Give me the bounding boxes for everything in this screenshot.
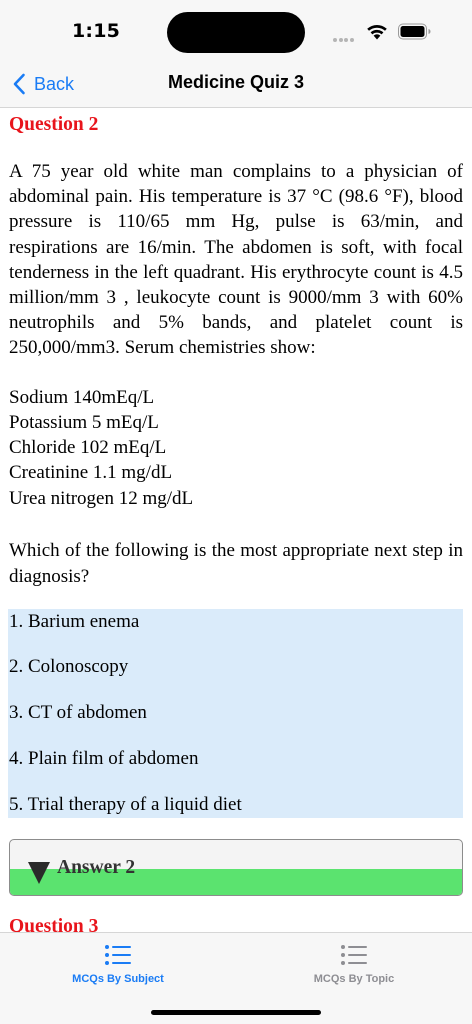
lab-value-chloride: Chloride 102 mEq/L [9,437,167,458]
option-3[interactable]: 3. CT of abdomen [9,701,147,725]
question-body: A 75 year old white man complains to a p… [9,161,463,359]
status-bar: 1:15 [0,0,472,62]
question-prompt: Which of the following is the most appro… [9,540,463,587]
answer-options: 1. Barium enema 2. Colonoscopy 3. CT of … [8,609,463,818]
question-heading: Question 2 [9,114,99,135]
lab-value-potassium: Potassium 5 mEq/L [9,412,159,433]
list-bullet-icon [105,945,131,965]
lab-value-sodium: Sodium 140mEq/L [9,387,155,408]
answer-label: Answer 2 [57,857,136,878]
next-question-heading: Question 3 [9,916,99,932]
lab-value-creatinine: Creatinine 1.1 mg/dL [9,462,173,483]
list-bullet-icon [341,945,367,965]
question-content[interactable]: Question 2 A 75 year old white man compl… [0,108,472,932]
battery-icon [398,23,431,40]
option-2[interactable]: 2. Colonoscopy [9,655,128,679]
option-5[interactable]: 5. Trial therapy of a liquid diet [9,793,242,817]
disclosure-triangle-icon [28,862,50,884]
tab-label: MCQs By Topic [313,973,395,985]
option-1[interactable]: 1. Barium enema [9,610,139,634]
show-answer-button[interactable]: Answer 2 [9,839,463,896]
lab-value-urea-nitrogen: Urea nitrogen 12 mg/dL [9,488,194,509]
cellular-signal-icon [333,31,355,49]
option-4[interactable]: 4. Plain film of abdomen [9,747,198,771]
status-time: 1:15 [72,20,121,42]
dynamic-island [167,12,305,53]
tab-mcqs-by-topic[interactable]: MCQs By Topic [236,933,472,993]
home-indicator[interactable] [151,1010,321,1015]
tab-mcqs-by-subject[interactable]: MCQs By Subject [0,933,236,993]
tab-label: MCQs By Subject [72,973,164,985]
wifi-icon [367,24,387,40]
navigation-bar: Back Medicine Quiz 3 [0,62,472,108]
page-title: Medicine Quiz 3 [167,72,305,92]
